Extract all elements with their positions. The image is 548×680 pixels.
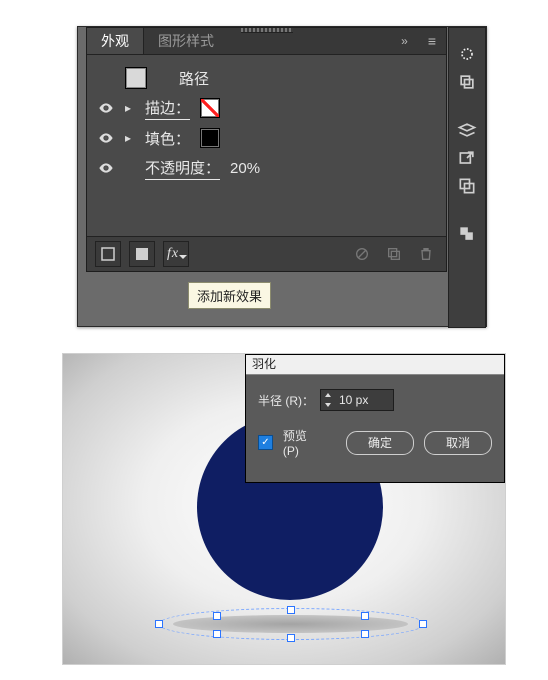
dialog-title[interactable]: 羽化 (246, 355, 504, 375)
align-icon[interactable] (452, 220, 482, 248)
panel-menu-icon[interactable]: ≡ (418, 33, 446, 49)
visibility-toggle-opacity[interactable] (97, 160, 115, 176)
tab-graphic-styles[interactable]: 图形样式 (144, 28, 228, 54)
preview-checkbox[interactable]: ✓ (258, 435, 273, 450)
stroke-label[interactable]: 描边： (145, 97, 190, 120)
stepper-up-icon[interactable] (321, 390, 335, 400)
selection-handle[interactable] (213, 612, 221, 620)
selection-handle[interactable] (155, 620, 163, 628)
panel-expand-icon[interactable]: » (393, 34, 418, 48)
appearance-panel: 外观 图形样式 » ≡ 路径 ▸ (86, 27, 447, 272)
add-effect-button[interactable]: fx (163, 241, 189, 267)
layers-icon[interactable] (452, 116, 482, 144)
tab-appearance[interactable]: 外观 (87, 28, 144, 54)
export-icon[interactable] (452, 144, 482, 172)
path-name: 路径 (179, 68, 209, 89)
panel-bottom-bar: fx (87, 236, 446, 271)
expand-stroke-icon[interactable]: ▸ (125, 101, 135, 115)
no-entry-icon (354, 246, 370, 262)
eye-icon (98, 100, 114, 116)
appearance-panel-screenshot: 外观 图形样式 » ≡ 路径 ▸ (77, 26, 487, 327)
artboards-icon[interactable] (452, 68, 482, 96)
new-stroke-button[interactable] (95, 241, 121, 267)
radius-input[interactable] (335, 391, 393, 409)
duplicate-icon (386, 246, 402, 262)
fill-label: 填色： (145, 128, 190, 149)
fill-swatch[interactable] (200, 128, 220, 148)
row-opacity[interactable]: ▸ 不透明度： 20% (97, 153, 436, 183)
expand-fill-icon[interactable]: ▸ (125, 131, 135, 145)
selection-handle[interactable] (213, 630, 221, 638)
stroke-swatch-none[interactable] (200, 98, 220, 118)
selection-handle[interactable] (419, 620, 427, 628)
selection-handle[interactable] (361, 630, 369, 638)
preview-label: 预览 (P) (283, 427, 326, 458)
selection-handle[interactable] (361, 612, 369, 620)
delete-item-button[interactable] (414, 242, 438, 266)
collapsed-panel-strip (448, 27, 486, 328)
opacity-value[interactable]: 20% (230, 160, 260, 177)
add-effect-tooltip: 添加新效果 (188, 282, 271, 309)
row-stroke[interactable]: ▸ 描边： (97, 93, 436, 123)
clear-appearance-button[interactable] (350, 242, 374, 266)
filled-square-icon (135, 247, 149, 261)
visibility-toggle-fill[interactable] (97, 130, 115, 146)
radius-field: 半径 (R)： (258, 389, 492, 411)
radius-stepper[interactable] (320, 389, 394, 411)
duplicate-item-button[interactable] (382, 242, 406, 266)
new-fill-button[interactable] (129, 241, 155, 267)
trash-icon (418, 246, 434, 262)
panel-grip[interactable] (241, 28, 293, 33)
selection-handle[interactable] (287, 634, 295, 642)
cancel-button[interactable]: 取消 (424, 431, 492, 455)
appearance-icon[interactable] (452, 40, 482, 68)
stepper-down-icon[interactable] (321, 400, 335, 410)
eye-icon (98, 160, 114, 176)
opacity-label[interactable]: 不透明度： (145, 157, 220, 180)
stage: 外观 图形样式 » ≡ 路径 ▸ (0, 0, 548, 680)
pathfinder-icon[interactable] (452, 172, 482, 200)
path-thumbnail (125, 67, 147, 89)
radius-label: 半径 (R)： (258, 392, 314, 409)
selection-handle[interactable] (287, 606, 295, 614)
row-fill[interactable]: ▸ 填色： (97, 123, 436, 153)
feather-dialog: 羽化 半径 (R)： ✓ 预览 (P) 确定 (245, 354, 505, 483)
ok-button[interactable]: 确定 (346, 431, 414, 455)
row-path[interactable]: 路径 (97, 63, 436, 93)
square-icon (101, 247, 115, 261)
canvas-screenshot: 羽化 半径 (R)： ✓ 预览 (P) 确定 (62, 353, 506, 665)
visibility-toggle-stroke[interactable] (97, 100, 115, 116)
appearance-rows: 路径 ▸ 描边： ▸ 填色： (87, 55, 446, 183)
eye-icon (98, 130, 114, 146)
